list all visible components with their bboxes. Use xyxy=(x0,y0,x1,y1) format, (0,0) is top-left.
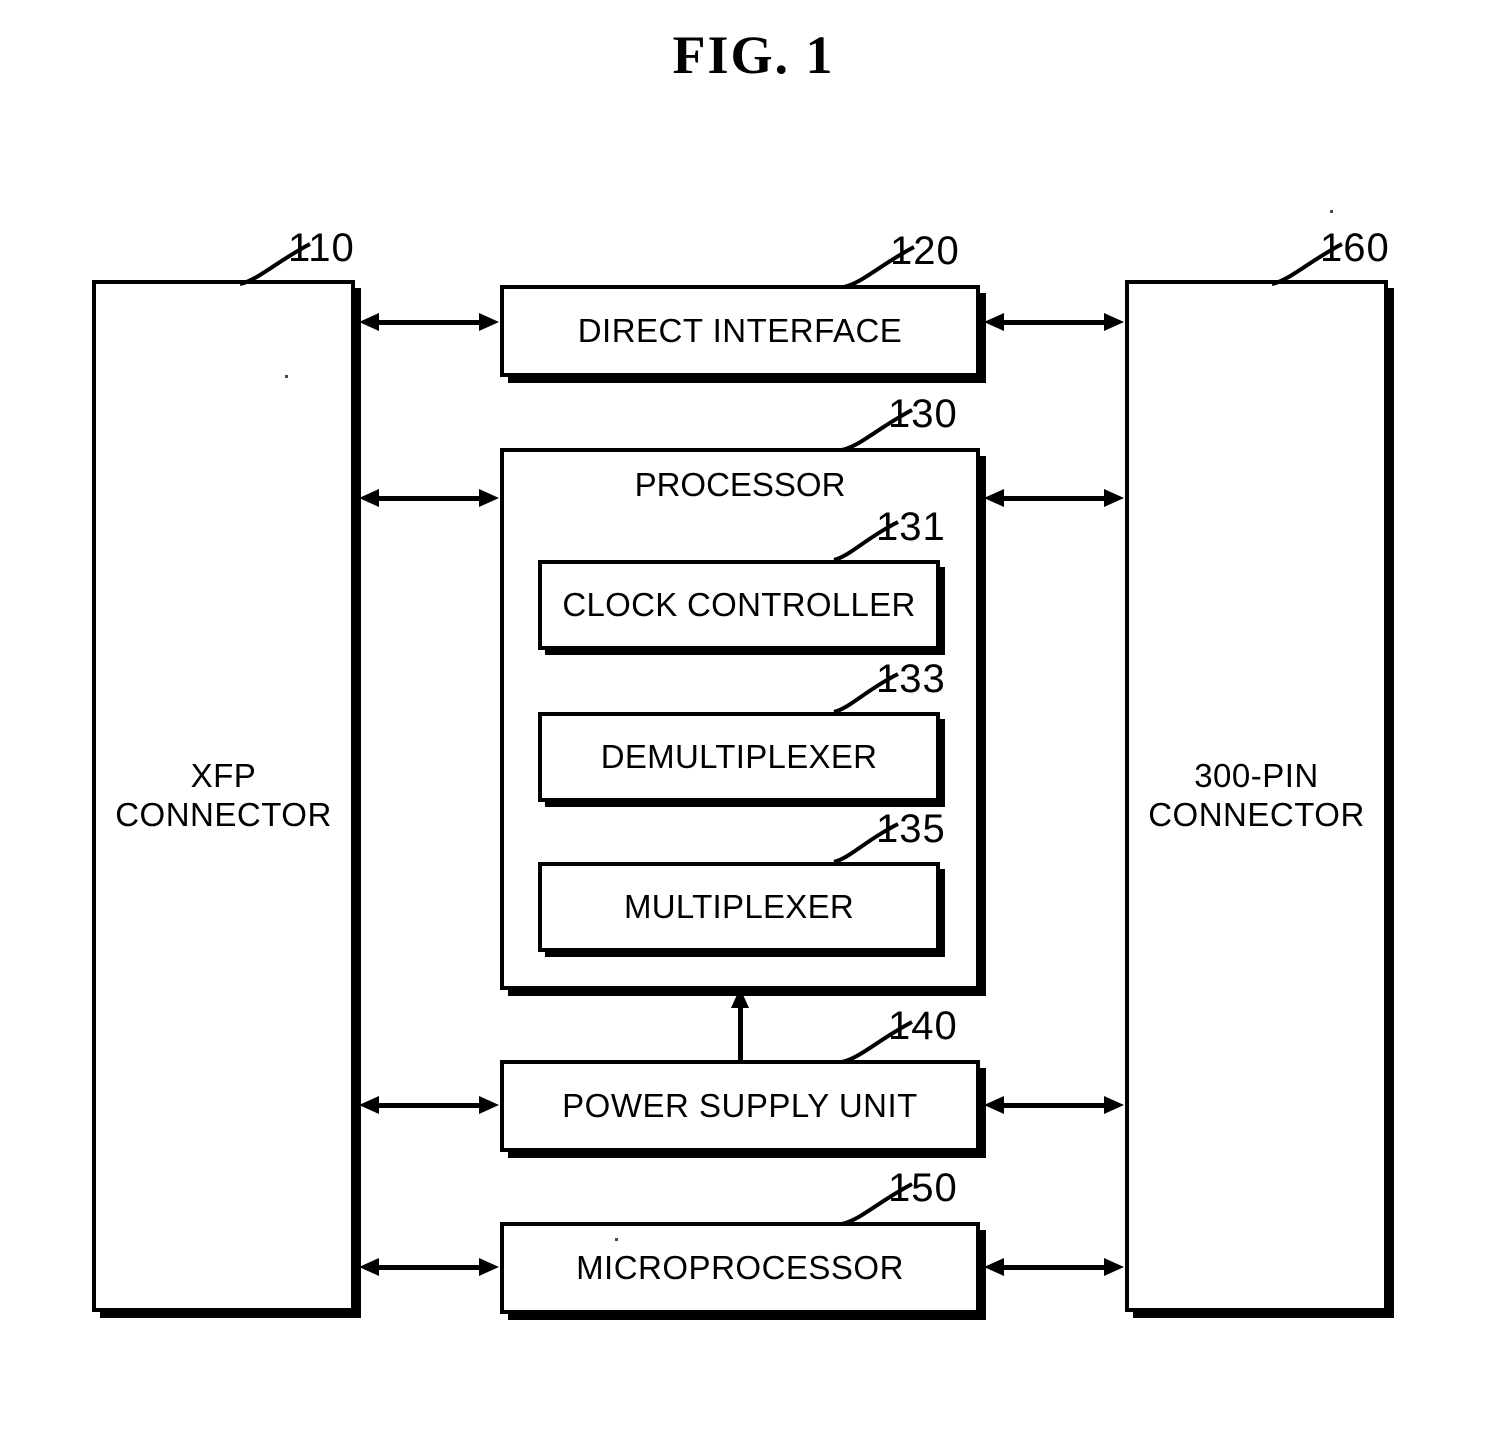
arrow-xfp-processor xyxy=(359,489,499,507)
power-supply-unit-block[interactable]: POWER SUPPLY UNIT xyxy=(500,1060,980,1152)
microprocessor-block[interactable]: MICROPROCESSOR xyxy=(500,1222,980,1314)
arrow-xfp-direct-interface xyxy=(359,313,499,331)
ref-numeral-135: 135 xyxy=(876,807,946,851)
print-speck xyxy=(1330,210,1333,213)
xfp-connector-block[interactable]: XFP CONNECTOR xyxy=(92,280,355,1312)
direct-interface-label: DIRECT INTERFACE xyxy=(577,311,903,349)
arrow-power-supply-pin xyxy=(984,1096,1124,1114)
arrow-xfp-power-supply xyxy=(359,1096,499,1114)
direct-interface-block[interactable]: DIRECT INTERFACE xyxy=(500,285,980,377)
ref-numeral-120: 120 xyxy=(890,229,960,273)
figure-sheet: FIG. 1 XFP CONNECTOR 110 300-PIN CONNECT… xyxy=(0,0,1507,1433)
arrow-microprocessor-pin xyxy=(984,1258,1124,1276)
arrow-xfp-microprocessor xyxy=(359,1258,499,1276)
demultiplexer-block[interactable]: DEMULTIPLEXER xyxy=(538,712,940,802)
ref-numeral-133: 133 xyxy=(876,657,946,701)
arrow-power-supply-to-processor xyxy=(731,988,749,1062)
ref-numeral-131: 131 xyxy=(876,505,946,549)
microprocessor-label: MICROPROCESSOR xyxy=(576,1248,904,1286)
pin-connector-label: 300-PIN CONNECTOR xyxy=(1148,757,1365,833)
ref-numeral-150: 150 xyxy=(888,1166,958,1210)
multiplexer-label: MULTIPLEXER xyxy=(623,888,855,925)
processor-label: PROCESSOR xyxy=(634,466,846,503)
ref-numeral-110: 110 xyxy=(288,226,355,270)
clock-controller-label: CLOCK CONTROLLER xyxy=(562,586,916,623)
print-speck xyxy=(285,375,288,378)
ref-numeral-130: 130 xyxy=(888,392,958,436)
clock-controller-block[interactable]: CLOCK CONTROLLER xyxy=(538,560,940,650)
arrow-direct-interface-pin xyxy=(984,313,1124,331)
figure-title: FIG. 1 xyxy=(672,25,835,85)
print-speck xyxy=(615,1238,618,1241)
arrow-processor-pin xyxy=(984,489,1124,507)
multiplexer-block[interactable]: MULTIPLEXER xyxy=(538,862,940,952)
ref-numeral-160: 160 xyxy=(1320,226,1390,270)
pin-connector-block[interactable]: 300-PIN CONNECTOR xyxy=(1125,280,1388,1312)
xfp-connector-label: XFP CONNECTOR xyxy=(115,757,332,833)
power-supply-unit-label: POWER SUPPLY UNIT xyxy=(562,1086,918,1124)
demultiplexer-label: DEMULTIPLEXER xyxy=(600,738,878,775)
ref-numeral-140: 140 xyxy=(888,1004,958,1048)
